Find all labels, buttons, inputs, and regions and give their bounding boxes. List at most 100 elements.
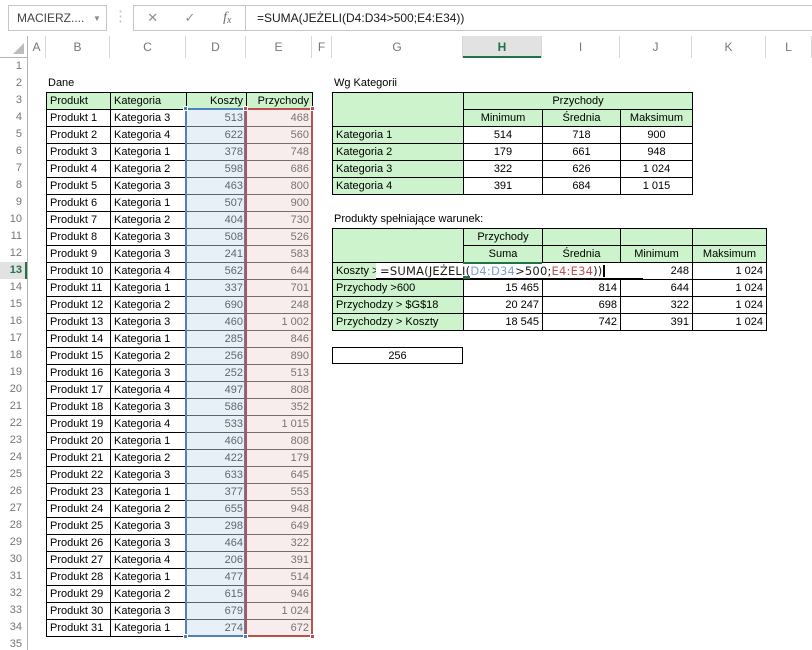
row-header-10[interactable]: 10	[0, 211, 27, 228]
cell-i5[interactable]: 718	[543, 127, 621, 144]
formula-input[interactable]: =SUMA(JEŻELI(D4:D34>500;E4:E34))	[245, 5, 812, 31]
cell-g16[interactable]: Przychodzy > Koszty	[333, 314, 464, 331]
cell-d33[interactable]: 679	[187, 603, 247, 620]
cell-b4[interactable]: Produkt 1	[47, 110, 111, 127]
cell-b26[interactable]: Produkt 23	[47, 484, 111, 501]
cell-e11[interactable]: 526	[247, 229, 313, 246]
row-header-9[interactable]: 9	[0, 194, 27, 211]
cell-e17[interactable]: 846	[247, 331, 313, 348]
cell-d7[interactable]: 598	[187, 161, 247, 178]
col-header-a[interactable]: A	[28, 36, 46, 58]
cell-i14[interactable]: 814	[543, 280, 621, 297]
cell-j4[interactable]: Maksimum	[621, 110, 693, 127]
cell-e24[interactable]: 179	[247, 450, 313, 467]
cell-d15[interactable]: 690	[187, 297, 247, 314]
cell-b32[interactable]: Produkt 29	[47, 586, 111, 603]
cell-i15[interactable]: 698	[543, 297, 621, 314]
col-header-e[interactable]: E	[246, 36, 312, 58]
cell-c32[interactable]: Kategoria 2	[111, 586, 187, 603]
cell-c9[interactable]: Kategoria 1	[111, 195, 187, 212]
cell-e34[interactable]: 672	[247, 620, 313, 637]
cell-d32[interactable]: 615	[187, 586, 247, 603]
cell-e19[interactable]: 513	[247, 365, 313, 382]
row-header-35[interactable]: 35	[0, 636, 27, 650]
cell-c27[interactable]: Kategoria 2	[111, 501, 187, 518]
col-header-d[interactable]: D	[186, 36, 246, 58]
row-header-26[interactable]: 26	[0, 483, 27, 500]
cell-j5[interactable]: 900	[621, 127, 693, 144]
cell-e26[interactable]: 553	[247, 484, 313, 501]
col-header-c[interactable]: C	[110, 36, 186, 58]
row-header-23[interactable]: 23	[0, 432, 27, 449]
cell-h7[interactable]: 322	[464, 161, 543, 178]
cell-d34[interactable]: 274	[187, 620, 247, 637]
cell-b6[interactable]: Produkt 3	[47, 144, 111, 161]
cell-d23[interactable]: 460	[187, 433, 247, 450]
cell-e3[interactable]: Przychody	[247, 93, 313, 110]
cell-c18[interactable]: Kategoria 2	[111, 348, 187, 365]
cell-b27[interactable]: Produkt 24	[47, 501, 111, 518]
row-header-12[interactable]: 12	[0, 245, 27, 262]
cell-b3[interactable]: Produkt	[47, 93, 111, 110]
cell-b18[interactable]: Produkt 15	[47, 348, 111, 365]
row-header-13[interactable]: 13	[0, 262, 27, 279]
cell-c20[interactable]: Kategoria 4	[111, 382, 187, 399]
cell-editor-h13[interactable]: =SUMA(JEŻELI(D4:D34>500;E4:E34))	[376, 262, 643, 279]
row-header-27[interactable]: 27	[0, 500, 27, 517]
cell-d14[interactable]: 337	[187, 280, 247, 297]
cell-d29[interactable]: 464	[187, 535, 247, 552]
row-header-8[interactable]: 8	[0, 177, 27, 194]
row-header-34[interactable]: 34	[0, 619, 27, 636]
cell-d30[interactable]: 206	[187, 552, 247, 569]
row-header-4[interactable]: 4	[0, 109, 27, 126]
cell-e23[interactable]: 808	[247, 433, 313, 450]
cell-j16[interactable]: 391	[621, 314, 693, 331]
cell-d4[interactable]: 513	[187, 110, 247, 127]
cell-h11[interactable]: Przychody	[464, 229, 543, 246]
col-header-b[interactable]: B	[46, 36, 110, 58]
cell-d5[interactable]: 622	[187, 127, 247, 144]
cell-d8[interactable]: 463	[187, 178, 247, 195]
cell-i16[interactable]: 742	[543, 314, 621, 331]
cell-h8[interactable]: 391	[464, 178, 543, 195]
cell-e33[interactable]: 1 024	[247, 603, 313, 620]
cell-e14[interactable]: 701	[247, 280, 313, 297]
row-header-24[interactable]: 24	[0, 449, 27, 466]
cell-h12[interactable]: Suma	[464, 246, 543, 263]
row-header-11[interactable]: 11	[0, 228, 27, 245]
cell-c13[interactable]: Kategoria 4	[111, 263, 187, 280]
cell-h14[interactable]: 15 465	[464, 280, 543, 297]
cell-b17[interactable]: Produkt 14	[47, 331, 111, 348]
cell-e6[interactable]: 748	[247, 144, 313, 161]
cell-b25[interactable]: Produkt 22	[47, 467, 111, 484]
cell-e13[interactable]: 644	[247, 263, 313, 280]
cell-h4[interactable]: Minimum	[464, 110, 543, 127]
range-handle[interactable]	[243, 634, 248, 639]
cell-c10[interactable]: Kategoria 2	[111, 212, 187, 229]
cell-d3[interactable]: Koszty	[187, 93, 247, 110]
cell-b33[interactable]: Produkt 30	[47, 603, 111, 620]
cell-k13[interactable]: 1 024	[693, 263, 767, 280]
cell-b24[interactable]: Produkt 21	[47, 450, 111, 467]
row-header-28[interactable]: 28	[0, 517, 27, 534]
row-header-7[interactable]: 7	[0, 160, 27, 177]
row-header-22[interactable]: 22	[0, 415, 27, 432]
cell-b16[interactable]: Produkt 13	[47, 314, 111, 331]
col-header-l[interactable]: L	[766, 36, 812, 58]
col-header-g[interactable]: G	[332, 36, 463, 58]
cell-j8[interactable]: 1 015	[621, 178, 693, 195]
cell-c11[interactable]: Kategoria 3	[111, 229, 187, 246]
cell-c8[interactable]: Kategoria 3	[111, 178, 187, 195]
cell-d11[interactable]: 508	[187, 229, 247, 246]
row-header-16[interactable]: 16	[0, 313, 27, 330]
cell-d12[interactable]: 241	[187, 246, 247, 263]
cell-i4[interactable]: Średnia	[543, 110, 621, 127]
cell-g15[interactable]: Przychodzy > $G$18	[333, 297, 464, 314]
cell-d17[interactable]: 285	[187, 331, 247, 348]
cell-b11[interactable]: Produkt 8	[47, 229, 111, 246]
cell-j14[interactable]: 644	[621, 280, 693, 297]
cell-g3[interactable]	[333, 93, 464, 127]
cell-b31[interactable]: Produkt 28	[47, 569, 111, 586]
cell-j7[interactable]: 1 024	[621, 161, 693, 178]
cell-e9[interactable]: 900	[247, 195, 313, 212]
